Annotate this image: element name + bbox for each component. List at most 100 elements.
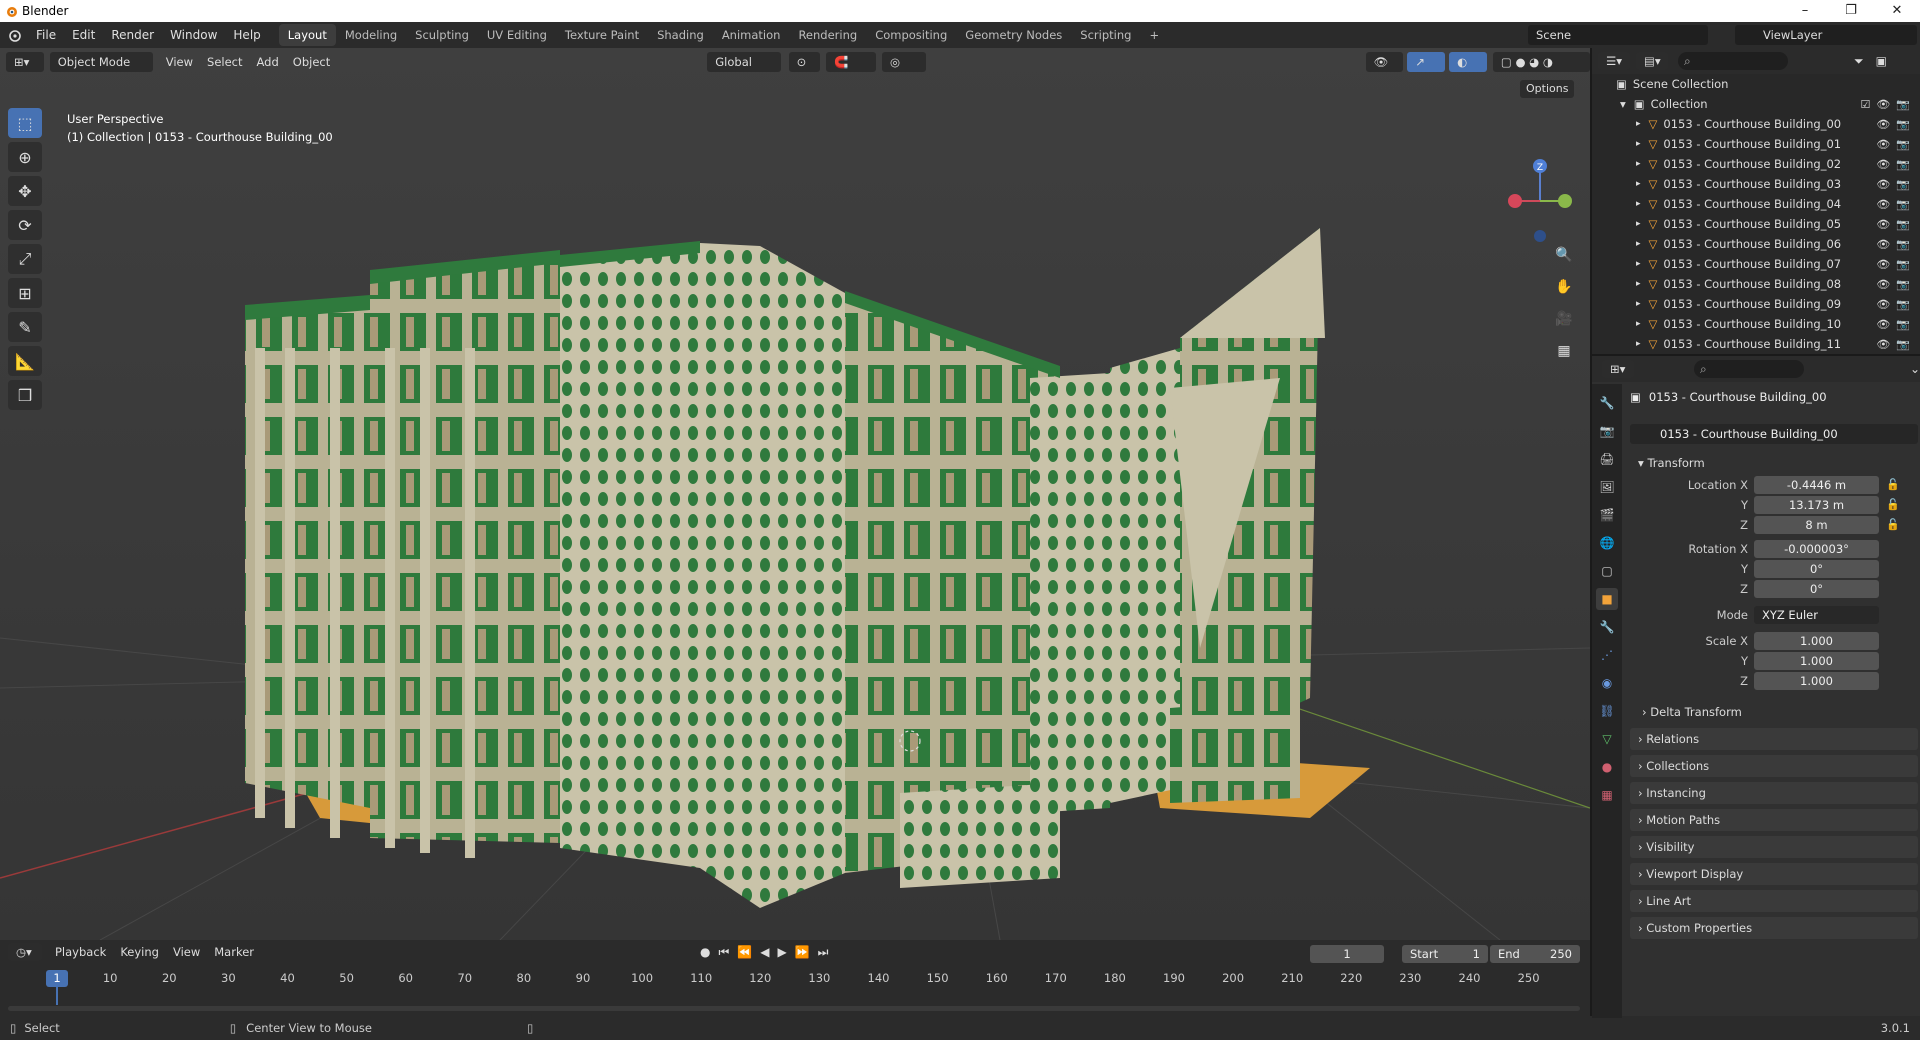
visibility-eye-icon[interactable]: 👁 — [1876, 138, 1890, 151]
render-camera-icon[interactable]: 📷 — [1896, 278, 1910, 291]
custom-properties-panel[interactable]: › Custom Properties — [1630, 917, 1918, 939]
current-frame-field[interactable]: 1 — [1310, 945, 1384, 963]
visibility-eye-icon[interactable]: 👁 — [1876, 218, 1890, 231]
cursor-tool[interactable]: ⊕ — [8, 142, 42, 172]
expand-chevron-icon[interactable]: ▸ — [1636, 199, 1641, 209]
add-workspace-button[interactable]: + — [1140, 24, 1168, 46]
expand-chevron-icon[interactable]: ▸ — [1636, 259, 1641, 269]
outliner-object-row[interactable]: ▸ ▽ 0153 - Courthouse Building_07 👁 📷 — [1592, 254, 1920, 274]
collections-panel[interactable]: › Collections — [1630, 755, 1918, 777]
properties-editor[interactable]: ⊞▾ ⌕ ⌄ 🔧 📷 🖨 🖼 🎬 🌐 ▢ ■ 🔧 ⋰ ◉ ⛓ ▽ ● ▦ ▣ 0… — [1590, 354, 1920, 1018]
rotation-y-field[interactable]: 0° — [1754, 560, 1879, 578]
tab-scripting[interactable]: Scripting — [1071, 24, 1140, 46]
outliner-editor-type-button[interactable]: ☰▾ — [1598, 52, 1630, 70]
expand-chevron-icon[interactable]: ▸ — [1636, 219, 1641, 229]
outliner-object-row[interactable]: ▸ ▽ 0153 - Courthouse Building_03 👁 📷 — [1592, 174, 1920, 194]
outliner-object-row[interactable]: ▸ ▽ 0153 - Courthouse Building_05 👁 📷 — [1592, 214, 1920, 234]
render-camera-icon[interactable]: 📷 — [1896, 238, 1910, 251]
end-frame-field[interactable]: End 250 — [1490, 945, 1580, 963]
scale-x-field[interactable]: 1.000 — [1754, 632, 1879, 650]
physics-tab-icon[interactable]: ◉ — [1596, 672, 1618, 694]
relations-panel[interactable]: › Relations — [1630, 728, 1918, 750]
grid-view-icon[interactable]: ▦ — [1553, 340, 1575, 362]
outliner-object-row[interactable]: ▸ ▽ 0153 - Courthouse Building_00 👁 📷 — [1592, 114, 1920, 134]
lock-icon[interactable]: 🔓 — [1886, 496, 1900, 514]
modifier-tab-icon[interactable]: 🔧 — [1596, 616, 1618, 638]
pan-hand-icon[interactable]: ✋ — [1553, 276, 1575, 298]
viewport-display-panel[interactable]: › Viewport Display — [1630, 863, 1918, 885]
render-camera-icon[interactable]: 📷 — [1896, 118, 1910, 131]
tool-tab-icon[interactable]: 🔧 — [1596, 392, 1618, 414]
render-tab-icon[interactable]: 📷 — [1596, 420, 1618, 442]
data-tab-icon[interactable]: ▽ — [1596, 728, 1618, 750]
visibility-eye-icon[interactable]: 👁 — [1876, 338, 1890, 351]
expand-chevron-icon[interactable]: ▸ — [1636, 339, 1641, 349]
tab-sculpting[interactable]: Sculpting — [406, 24, 478, 46]
scene-selector[interactable]: Scene — [1528, 25, 1708, 45]
render-camera-icon[interactable]: 📷 — [1896, 218, 1910, 231]
outliner-object-row[interactable]: ▸ ▽ 0153 - Courthouse Building_11 👁 📷 — [1592, 334, 1920, 354]
close-button[interactable]: ✕ — [1874, 0, 1920, 22]
new-collection-icon[interactable]: ▣ — [1876, 54, 1887, 68]
3d-viewport[interactable]: ⊞▾ Object Mode View Select Add Object Gl… — [0, 48, 1590, 940]
measure-tool[interactable]: 📐 — [8, 346, 42, 376]
display-mode-button[interactable]: ▤▾ — [1636, 52, 1668, 70]
scale-tool[interactable]: ⤢ — [8, 244, 42, 274]
visibility-eye-icon[interactable]: 👁 — [1876, 318, 1890, 331]
output-tab-icon[interactable]: 🖨 — [1596, 448, 1618, 470]
instancing-panel[interactable]: › Instancing — [1630, 782, 1918, 804]
collapse-chevron-icon[interactable]: ▾ — [1620, 97, 1626, 111]
play-icon[interactable]: ▶ — [777, 945, 786, 960]
visibility-eye-icon[interactable]: 👁 — [1876, 278, 1890, 291]
visibility-eye-icon[interactable]: 👁 — [1876, 98, 1890, 111]
scene-tab-icon[interactable]: 🎬 — [1596, 504, 1618, 526]
overlay-toggle-button[interactable]: ◐ — [1449, 52, 1487, 72]
tab-texture-paint[interactable]: Texture Paint — [556, 24, 648, 46]
expand-chevron-icon[interactable]: ▸ — [1636, 299, 1641, 309]
scene-collection-row[interactable]: ▣ Scene Collection — [1592, 74, 1920, 94]
rotation-mode-dropdown[interactable]: XYZ Euler — [1754, 606, 1879, 624]
exclude-checkbox[interactable]: ☑ — [1860, 98, 1870, 111]
particles-tab-icon[interactable]: ⋰ — [1596, 644, 1618, 666]
render-camera-icon[interactable]: 📷 — [1896, 98, 1910, 111]
render-camera-icon[interactable]: 📷 — [1896, 258, 1910, 271]
tab-rendering[interactable]: Rendering — [789, 24, 866, 46]
texture-tab-icon[interactable]: ▦ — [1596, 784, 1618, 806]
tab-modeling[interactable]: Modeling — [336, 24, 406, 46]
expand-chevron-icon[interactable]: ▸ — [1636, 179, 1641, 189]
proportional-edit-button[interactable]: ◎ — [882, 52, 926, 72]
outliner[interactable]: ☰▾ ▤▾ ⌕ ⏷ ▣ ▣ Scene Collection ▾ ▣ Colle… — [1590, 48, 1920, 354]
collection-tab-icon[interactable]: ▢ — [1596, 560, 1618, 582]
timeline-scrollbar[interactable] — [8, 1006, 1580, 1011]
blender-menu-icon[interactable] — [0, 28, 28, 42]
current-frame-indicator[interactable]: 1 — [46, 970, 68, 987]
select-box-tool[interactable]: ⬚ — [8, 108, 42, 138]
rotation-z-field[interactable]: 0° — [1754, 580, 1879, 598]
rotation-x-field[interactable]: -0.000003° — [1754, 540, 1879, 558]
visibility-panel[interactable]: › Visibility — [1630, 836, 1918, 858]
maximize-button[interactable]: ❐ — [1828, 0, 1874, 22]
prev-keyframe-icon[interactable]: ⏪ — [737, 945, 752, 960]
outliner-object-row[interactable]: ▸ ▽ 0153 - Courthouse Building_09 👁 📷 — [1592, 294, 1920, 314]
expand-chevron-icon[interactable]: ▸ — [1636, 119, 1641, 129]
viewport-menu-select[interactable]: Select — [200, 55, 249, 69]
snap-button[interactable]: 🧲 — [826, 52, 876, 72]
timeline-menu-playback[interactable]: Playback — [48, 945, 113, 959]
render-camera-icon[interactable]: 📷 — [1896, 318, 1910, 331]
location-y-field[interactable]: 13.173 m — [1754, 496, 1879, 514]
filter-icon[interactable]: ⏷ — [1854, 54, 1864, 69]
next-keyframe-icon[interactable]: ⏩ — [795, 945, 810, 960]
visibility-eye-icon[interactable]: 👁 — [1876, 178, 1890, 191]
options-button[interactable]: Options — [1520, 80, 1575, 98]
menu-help[interactable]: Help — [225, 22, 268, 48]
record-icon[interactable]: ● — [700, 945, 710, 960]
render-camera-icon[interactable]: 📷 — [1896, 338, 1910, 351]
start-frame-field[interactable]: Start 1 — [1402, 945, 1488, 963]
move-tool[interactable]: ✥ — [8, 176, 42, 206]
motion-paths-panel[interactable]: › Motion Paths — [1630, 809, 1918, 831]
outliner-object-row[interactable]: ▸ ▽ 0153 - Courthouse Building_08 👁 📷 — [1592, 274, 1920, 294]
visibility-eye-icon[interactable]: 👁 — [1876, 258, 1890, 271]
expand-chevron-icon[interactable]: ▸ — [1636, 139, 1641, 149]
line-art-panel[interactable]: › Line Art — [1630, 890, 1918, 912]
rotate-tool[interactable]: ⟳ — [8, 210, 42, 240]
